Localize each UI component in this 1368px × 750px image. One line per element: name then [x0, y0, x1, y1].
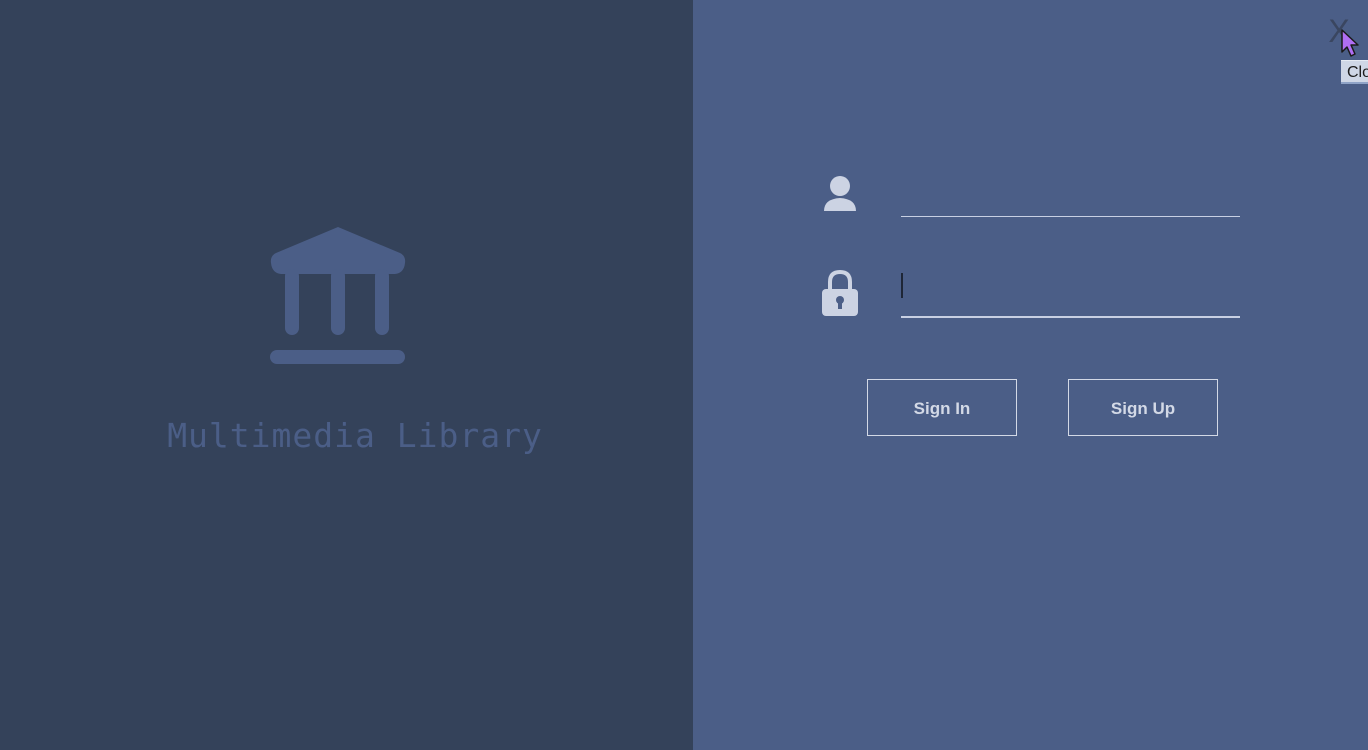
lock-icon — [822, 269, 858, 316]
text-caret — [901, 273, 903, 298]
user-icon — [824, 176, 856, 211]
mouse-cursor-icon — [1341, 29, 1359, 57]
username-input[interactable] — [901, 186, 1240, 217]
login-window: Multimedia Library Sign In Sign Up X Clo… — [0, 0, 1368, 750]
password-input[interactable] — [901, 286, 1240, 318]
bank-building-icon — [270, 227, 406, 364]
login-panel — [693, 0, 1368, 750]
branding-panel: Multimedia Library — [0, 0, 693, 750]
sign-in-button[interactable]: Sign In — [867, 379, 1017, 436]
app-title: Multimedia Library — [167, 416, 543, 455]
sign-up-button[interactable]: Sign Up — [1068, 379, 1218, 436]
close-tooltip: Close — [1341, 60, 1368, 84]
